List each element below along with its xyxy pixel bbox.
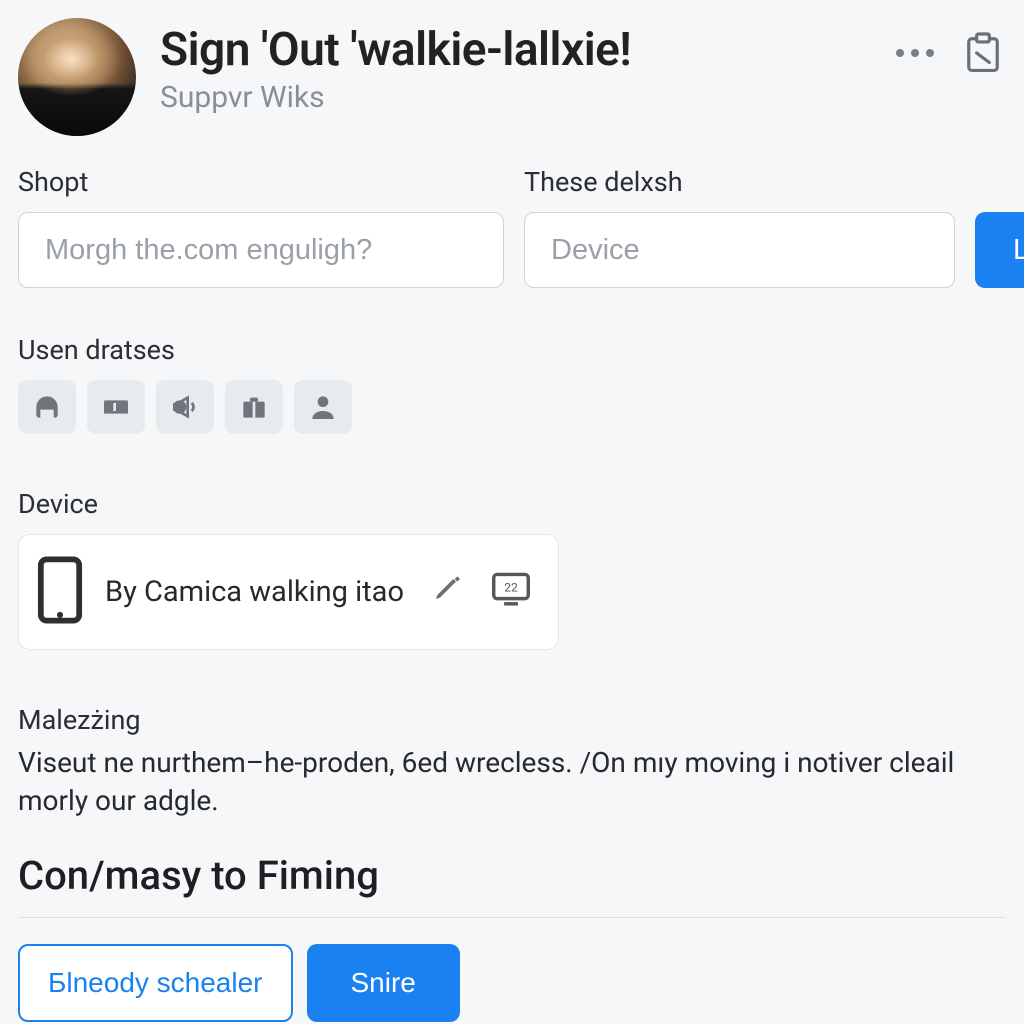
- field-shopt: Shopt: [18, 166, 504, 288]
- usen-label: Usen dratses: [18, 334, 1006, 366]
- delxsh-input[interactable]: [524, 212, 955, 288]
- clipboard-icon[interactable]: [964, 32, 1002, 74]
- paragraph-section: Malezżing Viseut ne nurthem–he-proden, 6…: [18, 704, 1006, 820]
- field-delxsh: These delxsh: [524, 166, 955, 288]
- usen-section: Usen dratses: [18, 334, 1006, 434]
- monitor-icon[interactable]: 22: [490, 571, 532, 613]
- device-card: By Camica walking itao 22: [18, 534, 559, 650]
- person-icon[interactable]: [294, 380, 352, 434]
- device-section: Device By Camica walking itao 22: [18, 488, 1006, 704]
- button-row: Бlneody schealer Snire: [18, 944, 1006, 1022]
- primary-button[interactable]: Snire: [307, 944, 460, 1022]
- page-subtitle: Suppvr Wiks: [160, 80, 872, 115]
- briefcase-icon[interactable]: [225, 380, 283, 434]
- paragraph-body: Viseut ne nurthem–he-proden, 6ed wrecles…: [18, 744, 978, 820]
- usen-icon-row: [18, 380, 1006, 434]
- shopt-label: Shopt: [18, 166, 504, 198]
- device-label: Device: [18, 488, 1006, 520]
- shopt-input[interactable]: [18, 212, 504, 288]
- edit-icon[interactable]: [432, 571, 464, 613]
- logo-button[interactable]: Logo: [975, 212, 1024, 288]
- page-title: Sign 'Out 'walkie-lallxie!: [160, 26, 872, 74]
- svg-text:22: 22: [504, 581, 518, 595]
- more-icon[interactable]: [896, 49, 934, 57]
- field-row: Shopt These delxsh Logo: [18, 166, 1006, 288]
- paragraph-title: Malezżing: [18, 704, 1006, 736]
- headphones-icon[interactable]: [18, 380, 76, 434]
- header-actions: [896, 18, 1006, 74]
- device-text: By Camica walking itao: [105, 575, 404, 609]
- section-heading: Con/masy to Fiming: [18, 852, 1006, 918]
- delxsh-label: These delxsh: [524, 166, 955, 198]
- secondary-button[interactable]: Бlneody schealer: [18, 944, 293, 1022]
- header: Sign 'Out 'walkie-lallxie! Suppvr Wiks: [18, 18, 1006, 136]
- avatar[interactable]: [18, 18, 136, 136]
- announce-icon[interactable]: [156, 380, 214, 434]
- phone-icon: [37, 555, 83, 629]
- ticket-icon[interactable]: [87, 380, 145, 434]
- title-block: Sign 'Out 'walkie-lallxie! Suppvr Wiks: [160, 18, 872, 115]
